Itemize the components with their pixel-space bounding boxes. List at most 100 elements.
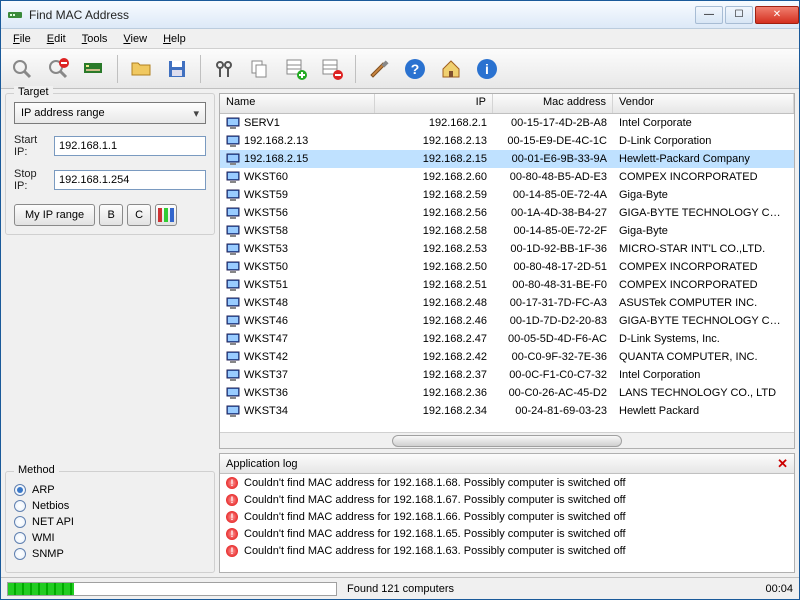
row-ip: 192.168.2.48 xyxy=(375,297,493,309)
table-row[interactable]: WKST51192.168.2.5100-80-48-31-BE-F0COMPE… xyxy=(220,276,794,294)
row-vendor: MICRO-STAR INT'L CO.,LTD. xyxy=(613,243,794,255)
row-name: WKST34 xyxy=(244,405,288,417)
computer-icon xyxy=(226,297,240,309)
row-name: WKST50 xyxy=(244,261,288,273)
table-row[interactable]: WKST58192.168.2.5800-14-85-0E-72-2FGiga-… xyxy=(220,222,794,240)
row-ip: 192.168.2.15 xyxy=(375,153,493,165)
row-name: WKST53 xyxy=(244,243,288,255)
maximize-button[interactable]: ☐ xyxy=(725,6,753,24)
row-mac: 00-01-E6-9B-33-9A xyxy=(493,153,613,165)
table-row[interactable]: WKST53192.168.2.5300-1D-92-BB-1F-36MICRO… xyxy=(220,240,794,258)
log-text: Couldn't find MAC address for 192.168.1.… xyxy=(244,528,626,540)
table-body[interactable]: SERV1192.168.2.100-15-17-4D-2B-A8Intel C… xyxy=(220,114,794,432)
row-ip: 192.168.2.42 xyxy=(375,351,493,363)
table-row[interactable]: WKST34192.168.2.3400-24-81-69-03-23Hewle… xyxy=(220,402,794,420)
row-vendor: ASUSTek COMPUTER INC. xyxy=(613,297,794,309)
table-add-button[interactable] xyxy=(279,52,313,86)
settings-button[interactable] xyxy=(362,52,396,86)
computer-icon xyxy=(226,243,240,255)
computer-icon xyxy=(226,351,240,363)
menu-tools[interactable]: Tools xyxy=(74,31,116,47)
table-row[interactable]: WKST46192.168.2.4600-1D-7D-D2-20-83GIGA-… xyxy=(220,312,794,330)
stop-ip-input[interactable] xyxy=(54,170,206,190)
table-row[interactable]: WKST60192.168.2.6000-80-48-B5-AD-E3COMPE… xyxy=(220,168,794,186)
toolbar-separator xyxy=(200,55,201,83)
table-remove-button[interactable] xyxy=(315,52,349,86)
row-ip: 192.168.2.37 xyxy=(375,369,493,381)
row-name: WKST48 xyxy=(244,297,288,309)
window-controls: — ☐ ✕ xyxy=(693,6,799,24)
error-icon: ! xyxy=(226,545,238,557)
home-button[interactable] xyxy=(434,52,468,86)
method-option-arp[interactable]: ARP xyxy=(14,484,206,496)
target-selector[interactable]: IP address range xyxy=(14,102,206,124)
network-card-button[interactable] xyxy=(77,52,111,86)
save-button[interactable] xyxy=(160,52,194,86)
method-option-net-api[interactable]: NET API xyxy=(14,516,206,528)
method-option-wmi[interactable]: WMI xyxy=(14,532,206,544)
sidebar: Target IP address range Start IP: Stop I… xyxy=(1,89,219,577)
log-panel: Application log ✕ !Couldn't find MAC add… xyxy=(219,453,795,573)
about-button[interactable]: i xyxy=(470,52,504,86)
copy-button[interactable] xyxy=(243,52,277,86)
error-icon: ! xyxy=(226,528,238,540)
table-row[interactable]: SERV1192.168.2.100-15-17-4D-2B-A8Intel C… xyxy=(220,114,794,132)
start-ip-input[interactable] xyxy=(54,136,206,156)
table-row[interactable]: WKST59192.168.2.5900-14-85-0E-72-4AGiga-… xyxy=(220,186,794,204)
class-b-button[interactable]: B xyxy=(99,204,123,226)
table-row[interactable]: WKST42192.168.2.4200-C0-9F-32-7E-36QUANT… xyxy=(220,348,794,366)
row-ip: 192.168.2.46 xyxy=(375,315,493,327)
find-button[interactable] xyxy=(207,52,241,86)
log-close-button[interactable]: ✕ xyxy=(777,456,788,472)
row-vendor: Intel Corporation xyxy=(613,369,794,381)
help-button[interactable]: ? xyxy=(398,52,432,86)
row-mac: 00-24-81-69-03-23 xyxy=(493,405,613,417)
menu-edit[interactable]: Edit xyxy=(39,31,74,47)
table-row[interactable]: WKST48 192.168.2.4800-17-31-7D-FC-A3ASUST… xyxy=(220,294,794,312)
col-name[interactable]: Name xyxy=(220,94,375,113)
horizontal-scrollbar[interactable] xyxy=(220,432,794,448)
close-button[interactable]: ✕ xyxy=(755,6,799,24)
computer-icon xyxy=(226,171,240,183)
stop-scan-button[interactable] xyxy=(41,52,75,86)
table-row[interactable]: WKST37192.168.2.3700-0C-F1-C0-C7-32Intel… xyxy=(220,366,794,384)
row-ip: 192.168.2.1 xyxy=(375,117,493,129)
menu-help[interactable]: Help xyxy=(155,31,194,47)
col-mac[interactable]: Mac address xyxy=(493,94,613,113)
row-name: WKST37 xyxy=(244,369,288,381)
table-row[interactable]: WKST47192.168.2.4700-05-5D-4D-F6-ACD-Lin… xyxy=(220,330,794,348)
method-group: Method ARPNetbiosNET APIWMISNMP xyxy=(5,471,215,573)
table-row[interactable]: WKST50192.168.2.5000-80-48-17-2D-51COMPE… xyxy=(220,258,794,276)
method-option-netbios[interactable]: Netbios xyxy=(14,500,206,512)
log-body[interactable]: ! Couldn't find MAC address for 192.168.1… xyxy=(220,474,794,572)
row-mac: 00-1D-92-BB-1F-36 xyxy=(493,243,613,255)
table-row[interactable]: 192.168.2.13192.168.2.1300-15-E9-DE-4C-1… xyxy=(220,132,794,150)
col-ip[interactable]: IP xyxy=(375,94,493,113)
radio-icon xyxy=(14,548,26,560)
row-ip: 192.168.2.56 xyxy=(375,207,493,219)
start-ip-label: Start IP: xyxy=(14,134,48,158)
col-vendor[interactable]: Vendor xyxy=(613,94,794,113)
columns-button[interactable] xyxy=(155,204,177,226)
row-mac: 00-17-31-7D-FC-A3 xyxy=(493,297,613,309)
table-row[interactable]: WKST36192.168.2.3600-C0-26-AC-45-D2LANS … xyxy=(220,384,794,402)
row-ip: 192.168.2.13 xyxy=(375,135,493,147)
main-body: Target IP address range Start IP: Stop I… xyxy=(1,89,799,577)
row-mac: 00-80-48-31-BE-F0 xyxy=(493,279,613,291)
toolbar: ? i xyxy=(1,49,799,89)
toolbar-separator xyxy=(355,55,356,83)
row-name: WKST58 xyxy=(244,225,288,237)
minimize-button[interactable]: — xyxy=(695,6,723,24)
my-ip-range-button[interactable]: My IP range xyxy=(14,204,95,226)
scan-button[interactable] xyxy=(5,52,39,86)
table-row[interactable]: WKST56192.168.2.5600-1A-4D-38-B4-27GIGA-… xyxy=(220,204,794,222)
class-c-button[interactable]: C xyxy=(127,204,151,226)
open-button[interactable] xyxy=(124,52,158,86)
method-label: SNMP xyxy=(32,548,64,560)
menu-file[interactable]: File xyxy=(5,31,39,47)
table-row[interactable]: 192.168.2.15192.168.2.1500-01-E6-9B-33-9… xyxy=(220,150,794,168)
method-option-snmp[interactable]: SNMP xyxy=(14,548,206,560)
menu-view[interactable]: View xyxy=(115,31,155,47)
row-vendor: Hewlett Packard xyxy=(613,405,794,417)
row-ip: 192.168.2.60 xyxy=(375,171,493,183)
